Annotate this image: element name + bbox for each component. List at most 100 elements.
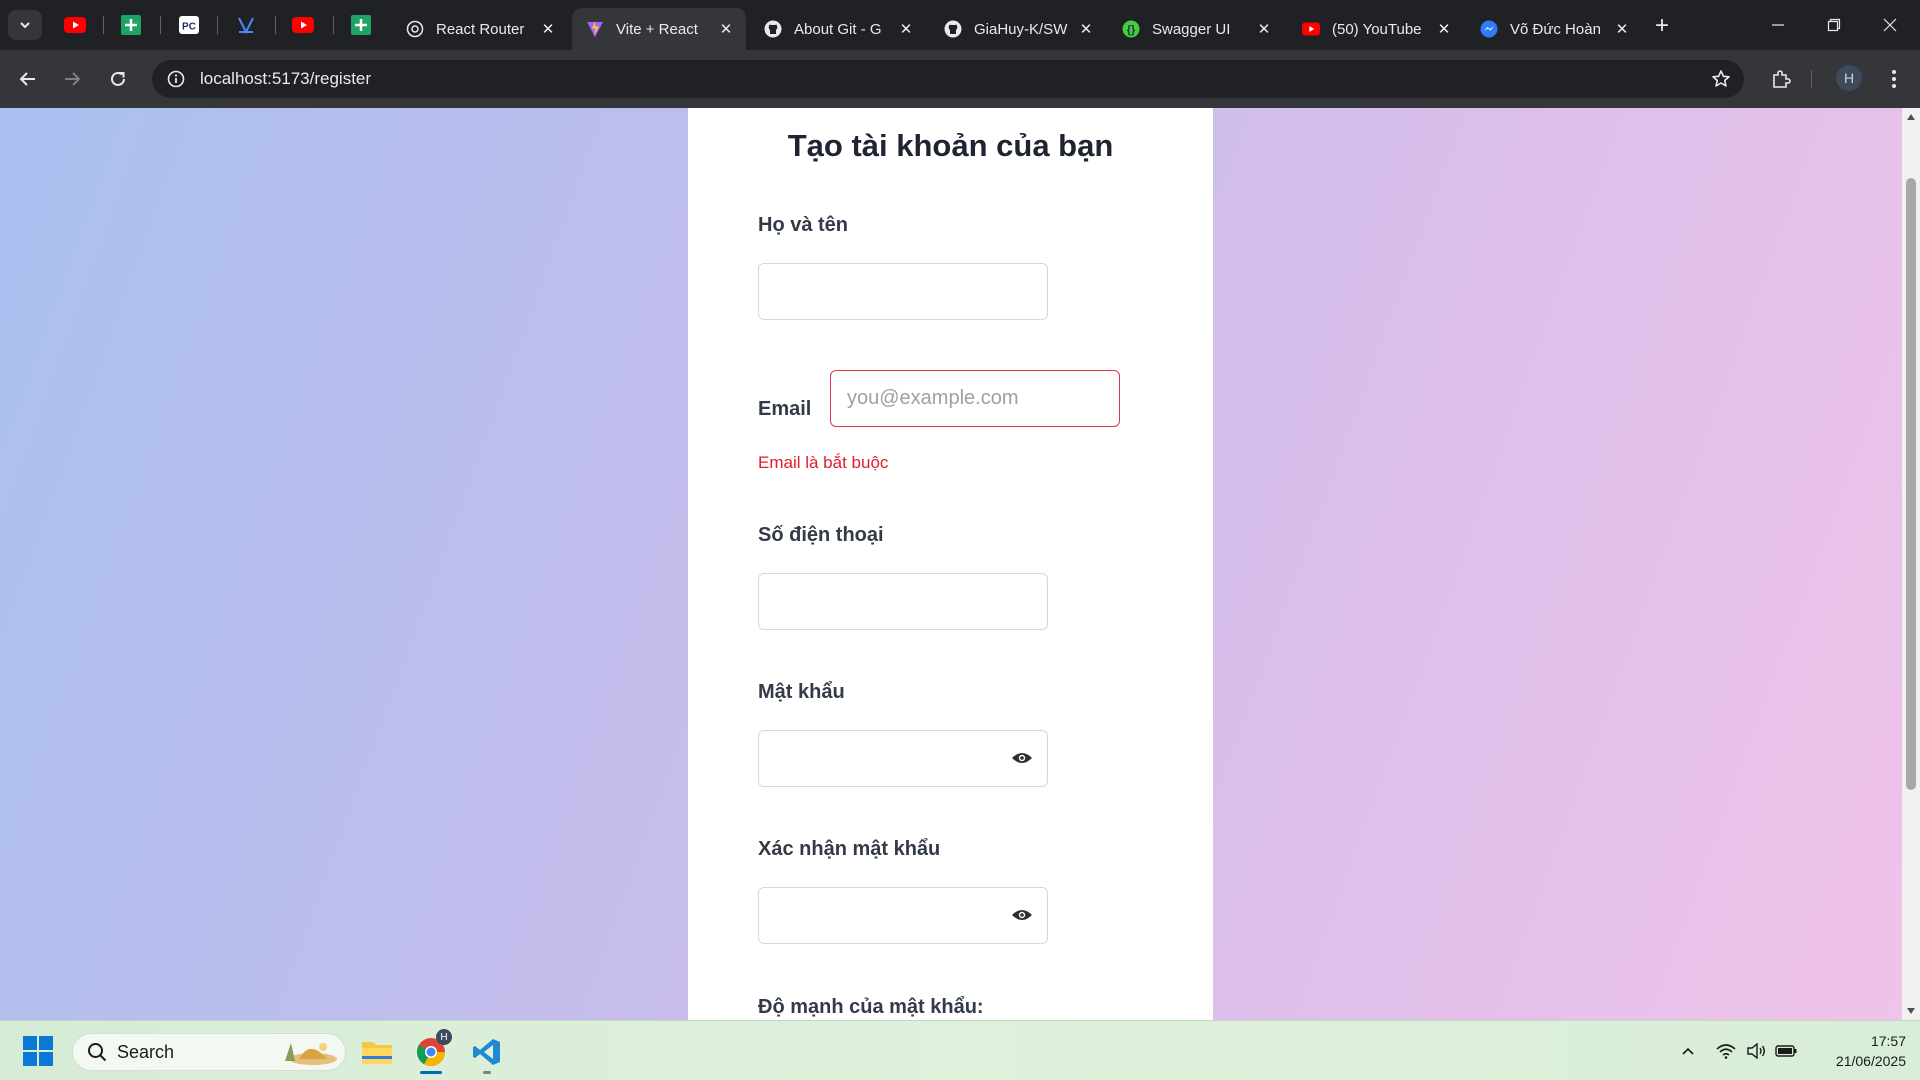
scrollbar-thumb[interactable] <box>1906 178 1916 790</box>
close-tab-icon[interactable]: ✕ <box>1612 19 1632 39</box>
close-tab-icon[interactable]: ✕ <box>538 19 558 39</box>
password-label: Mật khẩu <box>758 681 845 703</box>
new-tab-button[interactable]: + <box>1648 12 1676 40</box>
youtube-icon <box>292 17 314 33</box>
chrome-profile-badge: H <box>436 1029 452 1045</box>
tab-react-router[interactable]: React Router ✕ <box>392 8 568 50</box>
arrow-left-icon <box>19 72 35 86</box>
minimize-icon <box>1772 24 1784 26</box>
svg-text:{}: {} <box>1127 24 1136 36</box>
more-vertical-icon <box>1892 70 1896 88</box>
wifi-icon[interactable] <box>1714 1039 1738 1063</box>
pinned-tab-sheets[interactable] <box>112 10 150 40</box>
swagger-icon: {} <box>1122 20 1140 38</box>
reload-button[interactable] <box>100 61 136 97</box>
fullname-label: Họ và tên <box>758 214 849 236</box>
running-app-indicator <box>483 1071 491 1074</box>
tab-title: Swagger UI <box>1152 20 1231 38</box>
page-scrollbar[interactable] <box>1902 108 1920 1020</box>
tab-search-button[interactable] <box>8 10 42 40</box>
eye-icon[interactable] <box>1009 745 1035 771</box>
windows-start-icon[interactable] <box>22 1035 54 1067</box>
email-input[interactable] <box>830 370 1120 427</box>
github-icon <box>764 20 782 38</box>
search-icon <box>88 1043 107 1062</box>
sheets-icon <box>351 15 371 35</box>
folder-icon <box>362 1042 392 1064</box>
email-label: Email <box>758 398 812 420</box>
profile-avatar[interactable]: H <box>1836 65 1862 91</box>
tab-messenger[interactable]: Võ Đức Hoàn ✕ <box>1466 8 1642 50</box>
minimize-button[interactable] <box>1750 4 1806 46</box>
page-viewport: Tạo tài khoản của bạn Họ và tên Email Em… <box>0 108 1902 1020</box>
taskbar-search-box[interactable]: Search <box>72 1033 346 1071</box>
tab-vite-react[interactable]: Vite + React ✕ <box>572 8 746 50</box>
tab-separator <box>160 16 161 34</box>
taskbar-vscode[interactable] <box>466 1031 508 1073</box>
scroll-down-arrow-icon[interactable] <box>1902 1002 1920 1020</box>
tab-youtube[interactable]: (50) YouTube ✕ <box>1288 8 1464 50</box>
tab-title: Vite + React <box>616 20 698 38</box>
close-tab-icon[interactable]: ✕ <box>716 19 736 39</box>
volume-icon[interactable] <box>1744 1039 1768 1063</box>
svg-text:PC: PC <box>182 22 196 33</box>
restore-icon <box>1827 18 1841 32</box>
tab-strip: PC React Router ✕ Vite + React ✕ About G… <box>0 0 1920 50</box>
phone-input[interactable] <box>758 573 1048 630</box>
show-hidden-icons-chevron-up-icon[interactable] <box>1676 1039 1700 1063</box>
pinned-tab-pc[interactable]: PC <box>170 10 208 40</box>
github-icon <box>944 20 962 38</box>
address-bar[interactable]: localhost:5173/register <box>152 60 1744 98</box>
browser-toolbar: localhost:5173/register <box>0 50 1920 108</box>
chevron-down-icon <box>20 22 30 29</box>
close-window-button[interactable] <box>1862 4 1918 46</box>
pinned-tab-youtube[interactable] <box>284 10 322 40</box>
tab-title: (50) YouTube <box>1332 20 1422 38</box>
phone-label: Số điện thoại <box>758 524 884 546</box>
tab-giahuy-sw[interactable]: GiaHuy-K/SW ✕ <box>930 8 1106 50</box>
password-input[interactable] <box>758 730 1048 787</box>
taskbar-search-label: Search <box>117 1041 175 1062</box>
taskbar-chrome[interactable]: H <box>410 1029 452 1073</box>
restore-button[interactable] <box>1806 4 1862 46</box>
clock-time: 17:57 <box>1870 1033 1906 1049</box>
youtube-icon <box>1302 20 1320 38</box>
browser-menu-button[interactable] <box>1876 61 1912 97</box>
tab-separator <box>217 16 218 34</box>
eye-icon[interactable] <box>1009 902 1035 928</box>
tab-about-git[interactable]: About Git - G ✕ <box>750 8 926 50</box>
vercel-icon <box>238 17 254 34</box>
forward-button[interactable] <box>54 61 90 97</box>
close-tab-icon[interactable]: ✕ <box>1076 19 1096 39</box>
confirm-password-input[interactable] <box>758 887 1048 944</box>
pinned-tab-sheets[interactable] <box>342 10 380 40</box>
fullname-input[interactable] <box>758 263 1048 320</box>
sheets-icon <box>121 15 141 35</box>
system-clock[interactable]: 17:57 21/06/2025 <box>1806 1031 1906 1071</box>
taskbar-file-explorer[interactable] <box>356 1031 398 1073</box>
email-error-message: Email là bắt buộc <box>758 453 889 472</box>
scroll-up-arrow-icon[interactable] <box>1902 108 1920 126</box>
pinned-tab-youtube[interactable] <box>56 10 94 40</box>
tab-title: GiaHuy-K/SW <box>974 20 1068 38</box>
battery-icon[interactable] <box>1774 1039 1798 1063</box>
close-tab-icon[interactable]: ✕ <box>1434 19 1454 39</box>
bookmark-star-icon[interactable] <box>1706 64 1736 94</box>
pinned-tab-vercel[interactable] <box>227 10 265 40</box>
toolbar-separator <box>1811 70 1812 88</box>
close-tab-icon[interactable]: ✕ <box>896 19 916 39</box>
vite-icon <box>586 20 604 38</box>
tab-swagger-ui[interactable]: {} Swagger UI ✕ <box>1108 8 1284 50</box>
clock-date: 21/06/2025 <box>1835 1053 1906 1069</box>
vscode-icon <box>473 1039 500 1065</box>
back-button[interactable] <box>10 61 46 97</box>
close-tab-icon[interactable]: ✕ <box>1254 19 1274 39</box>
tab-separator <box>103 16 104 34</box>
site-info-icon[interactable] <box>158 61 194 97</box>
search-highlight-icon <box>285 1043 337 1065</box>
reload-icon <box>111 71 125 86</box>
arrow-right-icon <box>65 72 81 86</box>
tab-separator <box>333 16 334 34</box>
extensions-button[interactable] <box>1763 61 1799 97</box>
page-title: Tạo tài khoản của bạn <box>787 128 1114 163</box>
